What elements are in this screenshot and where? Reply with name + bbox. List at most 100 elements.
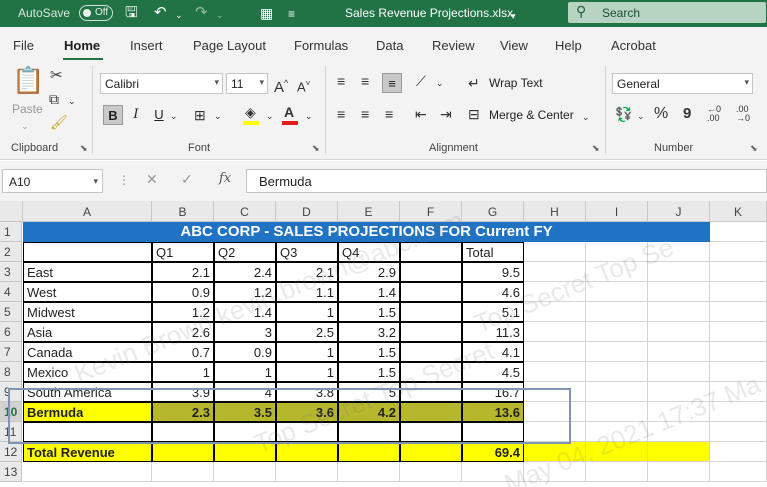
cell[interactable]: [23, 462, 152, 482]
cell[interactable]: [586, 422, 648, 442]
cell[interactable]: [524, 322, 586, 342]
cell[interactable]: [23, 242, 152, 262]
font-launcher-icon[interactable]: ⬊: [312, 143, 320, 154]
column-header-g[interactable]: G: [462, 201, 524, 222]
cell-q4[interactable]: 3.2: [338, 322, 400, 342]
cell-total-label[interactable]: Total Revenue: [23, 442, 152, 462]
cell-q3[interactable]: 1.1: [276, 282, 338, 302]
shrink-font-icon[interactable]: A˅: [297, 76, 310, 95]
cell-q3[interactable]: 1: [276, 342, 338, 362]
align-middle-icon[interactable]: ≡: [361, 73, 369, 89]
cell-q2[interactable]: 0.9: [214, 342, 276, 362]
merge-dropdown-icon[interactable]: ⌄: [582, 109, 590, 125]
clipboard-launcher-icon[interactable]: ⬊: [80, 143, 88, 154]
cell-q4[interactable]: 2.9: [338, 262, 400, 282]
more-icon[interactable]: ⋮: [118, 173, 130, 187]
cell[interactable]: [586, 282, 648, 302]
cell[interactable]: [710, 462, 767, 482]
comma-style-icon[interactable]: 9: [683, 106, 691, 122]
font-size-select[interactable]: 11 ▾: [226, 73, 268, 94]
undo-icon[interactable]: ↶: [154, 4, 167, 22]
cell-q1[interactable]: 0.9: [152, 282, 214, 302]
copy-icon[interactable]: ⧉: [49, 91, 59, 107]
cell[interactable]: [152, 442, 214, 462]
cell[interactable]: [338, 442, 400, 462]
paste-label[interactable]: Paste: [12, 102, 43, 116]
cell[interactable]: [586, 362, 648, 382]
fill-color-icon[interactable]: ◈: [245, 104, 256, 120]
cell[interactable]: [710, 382, 767, 402]
orientation-dropdown-icon[interactable]: ⌄: [436, 75, 444, 91]
fill-color-dropdown-icon[interactable]: ⌄: [266, 108, 274, 124]
cell[interactable]: [400, 362, 462, 382]
cell[interactable]: [586, 322, 648, 342]
cell[interactable]: [400, 242, 462, 262]
align-center-icon[interactable]: ≡: [361, 106, 369, 122]
cell[interactable]: [710, 402, 767, 422]
cell-q1[interactable]: 1.2: [152, 302, 214, 322]
cell[interactable]: [400, 462, 462, 482]
sheet-title-cell[interactable]: ABC CORP - SALES PROJECTIONS FOR Current…: [23, 222, 710, 242]
cell[interactable]: [648, 342, 710, 362]
font-color-dropdown-icon[interactable]: ⌄: [305, 108, 313, 124]
cell-q4-header[interactable]: Q4: [338, 242, 400, 262]
cell[interactable]: [648, 382, 710, 402]
cell-q2[interactable]: 3: [214, 322, 276, 342]
column-header-j[interactable]: J: [648, 201, 710, 222]
font-name-select[interactable]: Calibri ▾: [100, 73, 223, 94]
cell-q1-header[interactable]: Q1: [152, 242, 214, 262]
redo-icon[interactable]: ↷: [195, 4, 208, 22]
cell[interactable]: [648, 242, 710, 262]
tab-review[interactable]: Review: [432, 38, 475, 53]
cell-region[interactable]: Asia: [23, 322, 152, 342]
cell[interactable]: [586, 382, 648, 402]
italic-button[interactable]: I: [126, 105, 146, 125]
align-right-icon[interactable]: ≡: [385, 106, 393, 122]
cell-q2[interactable]: 2.4: [214, 262, 276, 282]
cell[interactable]: [710, 422, 767, 442]
cell[interactable]: [586, 342, 648, 362]
enter-icon[interactable]: ✓: [181, 171, 193, 188]
search-box[interactable]: ⚲ Search: [568, 2, 766, 23]
cell[interactable]: [710, 242, 767, 262]
cell-total[interactable]: 11.3: [462, 322, 524, 342]
cell[interactable]: [400, 282, 462, 302]
accounting-dropdown-icon[interactable]: ⌄: [637, 108, 645, 124]
cell[interactable]: [462, 462, 524, 482]
tab-formulas[interactable]: Formulas: [294, 38, 348, 53]
cell-q3[interactable]: 1: [276, 362, 338, 382]
cell-region[interactable]: West: [23, 282, 152, 302]
cell[interactable]: [400, 302, 462, 322]
cell-q2[interactable]: 1: [214, 362, 276, 382]
cell-total[interactable]: 4.5: [462, 362, 524, 382]
underline-button[interactable]: U: [149, 105, 169, 125]
cell[interactable]: [710, 282, 767, 302]
grow-font-icon[interactable]: A^: [274, 75, 288, 96]
column-header-f[interactable]: F: [400, 201, 462, 222]
redo-dropdown-icon[interactable]: ⌄: [216, 6, 224, 24]
tab-data[interactable]: Data: [376, 38, 403, 53]
cell[interactable]: [214, 442, 276, 462]
cell[interactable]: [710, 322, 767, 342]
cell-q4[interactable]: 1.4: [338, 282, 400, 302]
bold-button[interactable]: B: [103, 105, 123, 125]
cell[interactable]: [648, 322, 710, 342]
format-painter-icon[interactable]: 🖌: [50, 114, 68, 130]
cell-q4[interactable]: 1.5: [338, 362, 400, 382]
cell[interactable]: [400, 262, 462, 282]
cell-q3[interactable]: 1: [276, 302, 338, 322]
wrap-text-icon[interactable]: ↵: [468, 75, 480, 91]
formula-input[interactable]: Bermuda: [246, 169, 767, 193]
tab-page-layout[interactable]: Page Layout: [193, 38, 266, 53]
cell-q3[interactable]: 2.5: [276, 322, 338, 342]
number-format-select[interactable]: General ▾: [612, 73, 753, 94]
cell-region[interactable]: Midwest: [23, 302, 152, 322]
cell-total[interactable]: 9.5: [462, 262, 524, 282]
cancel-icon[interactable]: ✕: [146, 171, 158, 188]
cell[interactable]: [524, 442, 586, 462]
merge-center-icon[interactable]: ⊟: [468, 106, 480, 122]
number-launcher-icon[interactable]: ⬊: [750, 143, 758, 154]
cell-q2[interactable]: 1.4: [214, 302, 276, 322]
cell[interactable]: [710, 302, 767, 322]
decrease-decimal-icon[interactable]: .00 →0: [736, 105, 750, 123]
